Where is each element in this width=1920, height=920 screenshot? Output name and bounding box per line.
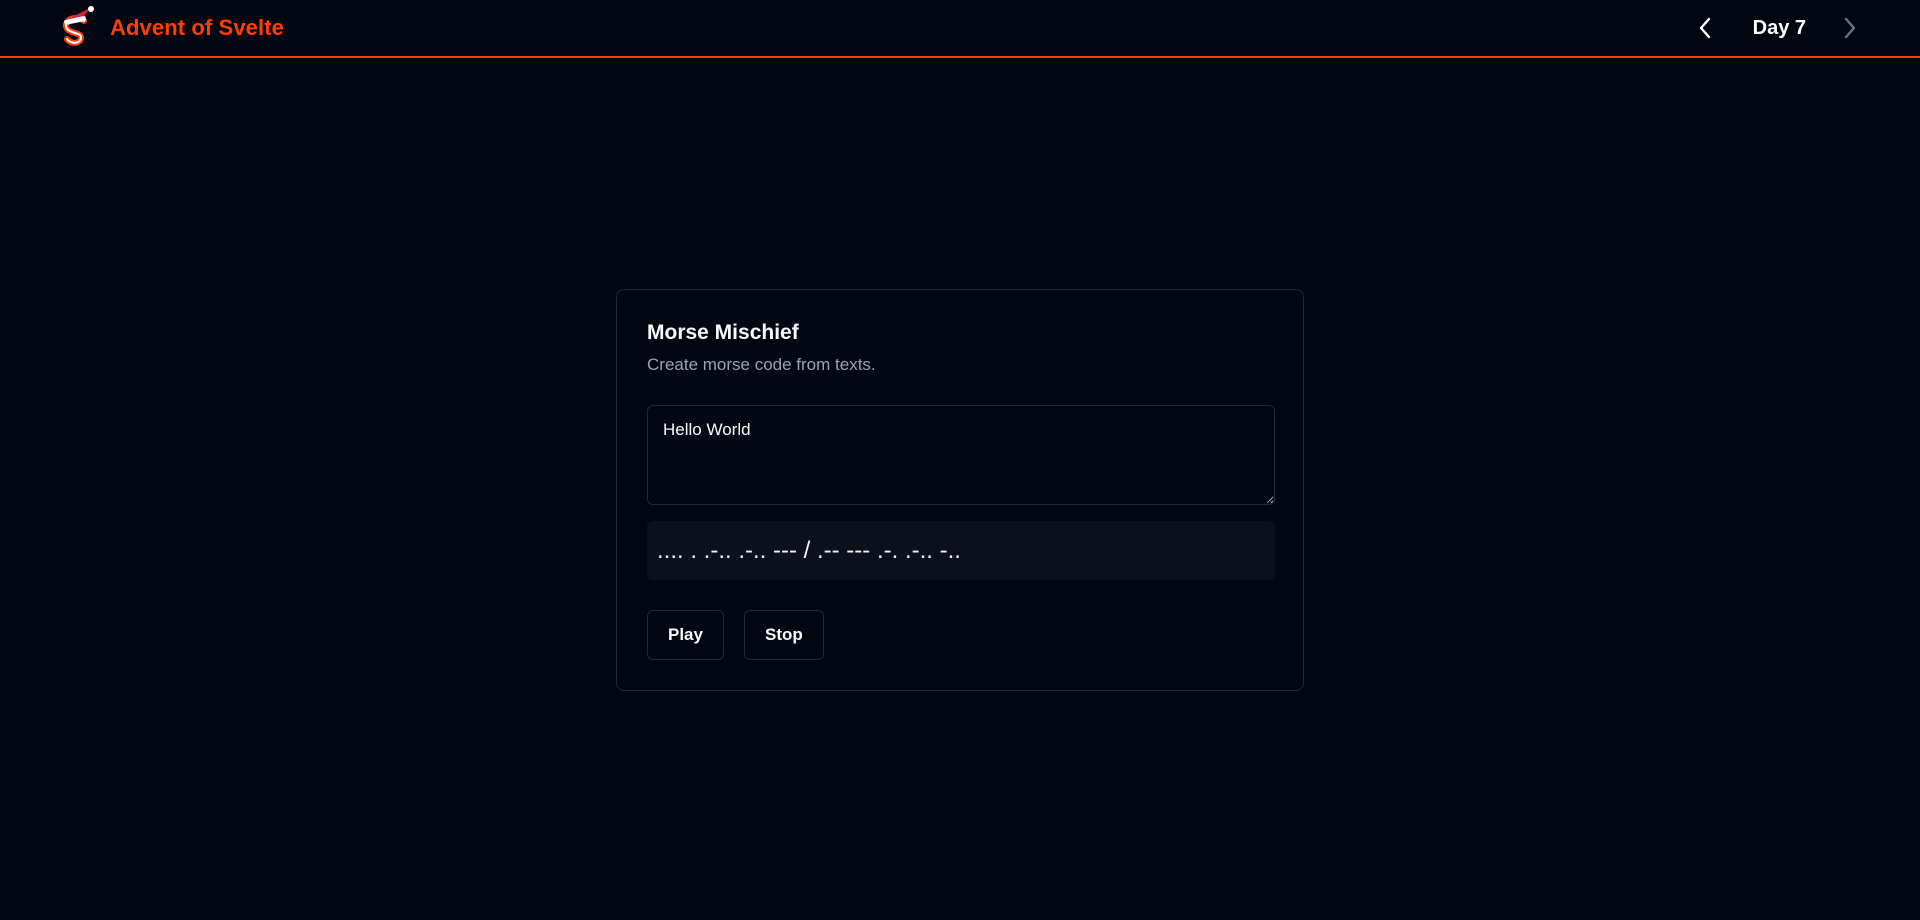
playback-actions: Play Stop <box>647 610 1273 661</box>
chevron-right-icon <box>1844 17 1856 39</box>
home-link[interactable]: Advent of Svelte <box>54 6 284 50</box>
text-input[interactable]: Hello World <box>647 405 1275 506</box>
previous-day-button[interactable] <box>1687 10 1723 46</box>
card-description: Create morse code from texts. <box>647 355 876 375</box>
day-navigation: Day 7 <box>1687 10 1868 46</box>
site-header: Advent of Svelte Day 7 <box>0 0 1920 58</box>
svelte-santa-logo-icon <box>62 6 94 46</box>
morse-output: .... . .-.. .-.. --- / .-- --- .-. .-.. … <box>647 521 1275 581</box>
play-button[interactable]: Play <box>647 610 724 661</box>
morse-card: Morse Mischief Create morse code from te… <box>616 289 1304 691</box>
day-label: Day 7 <box>1752 16 1806 39</box>
next-day-button[interactable] <box>1832 10 1868 46</box>
stop-button[interactable]: Stop <box>743 610 824 661</box>
card-title: Morse Mischief <box>647 321 799 344</box>
brand-title: Advent of Svelte <box>110 15 284 40</box>
chevron-left-icon <box>1699 17 1710 39</box>
